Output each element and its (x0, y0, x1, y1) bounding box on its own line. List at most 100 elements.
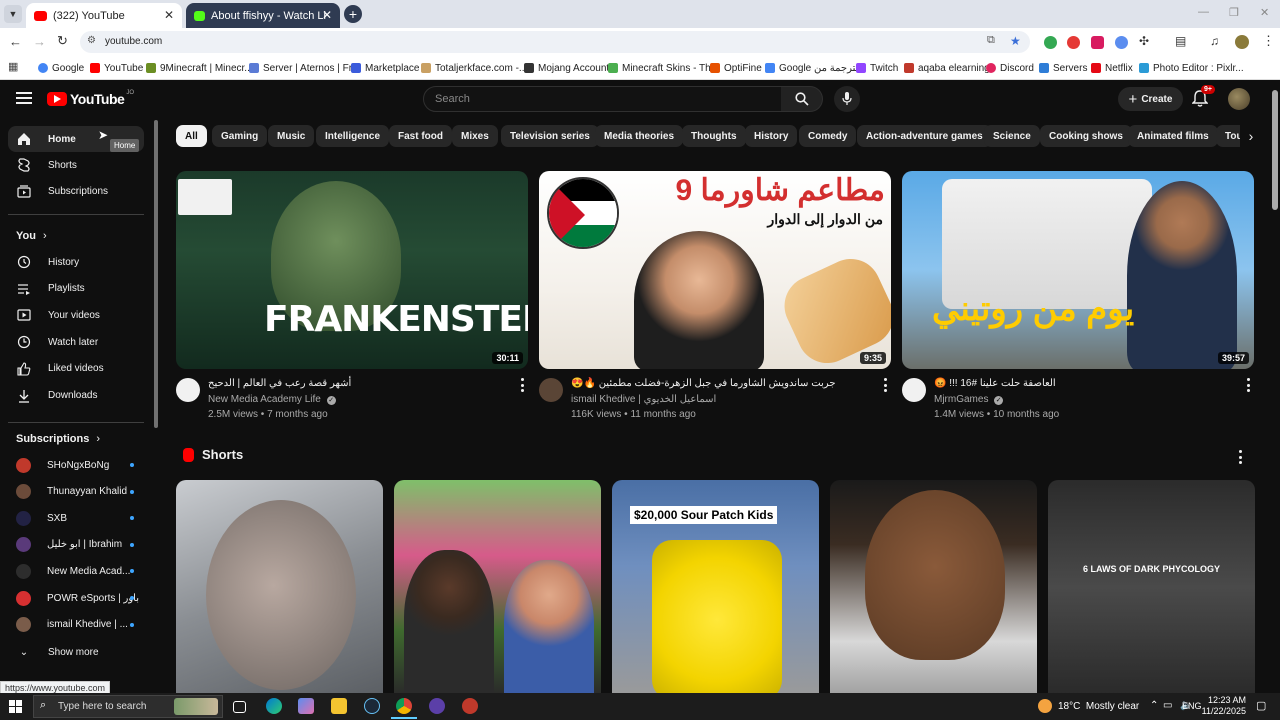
reload-icon[interactable]: ↻ (57, 33, 68, 49)
chip-gaming[interactable]: Gaming (212, 125, 268, 147)
chip-thoughts[interactable]: Thoughts (682, 125, 746, 147)
chip-all[interactable]: All (176, 125, 207, 147)
bookmark-netflix[interactable]: Netflix (1091, 60, 1133, 76)
channel-avatar[interactable] (539, 378, 563, 402)
media-control-icon[interactable]: ♫ (1210, 34, 1219, 48)
chip-animated-films[interactable]: Animated films (1128, 125, 1218, 147)
video-menu-icon[interactable] (517, 378, 527, 392)
copilot-icon[interactable] (298, 698, 314, 714)
create-button[interactable]: + Create (1118, 87, 1183, 111)
file-explorer-icon[interactable] (331, 698, 347, 714)
tray-chevron-icon[interactable]: ⌃ (1150, 700, 1158, 711)
weather-text[interactable]: 18°C Mostly clear (1058, 701, 1139, 712)
taskbar-search[interactable]: ⌕ Type here to search (33, 695, 223, 718)
chip-cooking-shows[interactable]: Cooking shows (1040, 125, 1132, 147)
extensions-puzzle-icon[interactable]: ✣ (1139, 34, 1149, 48)
chip-comedy[interactable]: Comedy (799, 125, 857, 147)
maximize-icon[interactable]: ❐ (1229, 6, 1239, 19)
bookmark-pixlr[interactable]: Photo Editor : Pixlr... (1139, 60, 1244, 76)
video-menu-icon[interactable] (880, 378, 890, 392)
shorts-menu-icon[interactable] (1235, 450, 1245, 464)
network-icon[interactable]: ▭ (1163, 700, 1172, 711)
bookmark-star-icon[interactable]: ★ (1010, 34, 1021, 48)
page-scrollbar[interactable] (1272, 90, 1278, 210)
sidebar-item-liked-videos[interactable]: Liked videos (8, 356, 144, 382)
app-red-icon[interactable] (462, 698, 478, 714)
show-more-button[interactable]: ⌄ Show more (8, 639, 144, 665)
channel-avatar[interactable] (902, 378, 926, 402)
bookmark-discord[interactable]: Discord (986, 60, 1034, 76)
notification-center-icon[interactable]: ▢ (1256, 699, 1266, 712)
bookmark-servers[interactable]: Servers (1039, 60, 1087, 76)
taskbar-search-input[interactable]: Type here to search (58, 701, 146, 712)
install-app-icon[interactable]: ⧉ (987, 34, 995, 47)
chips-next-icon[interactable]: › (1240, 125, 1262, 147)
chip-media-theories[interactable]: Media theories (595, 125, 684, 147)
profile-avatar-icon[interactable] (1235, 35, 1249, 49)
new-tab-button[interactable]: + (344, 5, 362, 23)
search-box[interactable]: Search (423, 86, 782, 112)
video-menu-icon[interactable] (1243, 378, 1253, 392)
bookmark-9minecraft[interactable]: 9Minecraft | Minecr... (146, 60, 253, 76)
tab-youtube[interactable]: (322) YouTube ✕ (26, 3, 182, 28)
chip-action-adventure-games[interactable]: Action-adventure games (857, 125, 992, 147)
sidebar-subscription-item[interactable]: SHoNgxBoNg (8, 452, 144, 478)
address-bar[interactable]: ⚙ youtube.com ⧉ ★ (80, 31, 1030, 53)
sidebar-item-history[interactable]: History (8, 249, 144, 275)
short-thumbnail[interactable] (830, 480, 1037, 693)
sidebar-item-shorts[interactable]: Shorts (8, 152, 144, 178)
chip-history[interactable]: History (745, 125, 798, 147)
sidebar-subscription-item[interactable]: ابو خليل | Ibrahim (8, 532, 144, 558)
bookmark-google[interactable]: Google (38, 60, 84, 76)
video-thumbnail[interactable]: FRANKENSTEIN 30:11 (176, 171, 528, 369)
extension-red-icon[interactable] (1091, 36, 1104, 49)
bookmark-aqaba[interactable]: aqaba elearning (904, 60, 990, 76)
bookmark-minecraft-skins[interactable]: Minecraft Skins - Th... (608, 60, 719, 76)
channel-name[interactable]: ismail Khedive | اسماعيل الخديوي (571, 394, 716, 405)
bookmark-youtube[interactable]: YouTube (90, 60, 143, 76)
minimize-icon[interactable]: — (1198, 6, 1209, 18)
short-thumbnail[interactable]: 6 LAWS OF DARK PHYCOLOGY (1048, 480, 1255, 693)
sidebar-item-watch-later[interactable]: Watch later (8, 329, 144, 355)
tab-kick[interactable]: About ffishyy - Watch Live on K ✕ (186, 3, 340, 28)
bookmark-google-translate[interactable]: Google الترجمة من (765, 60, 861, 76)
search-button[interactable] (781, 86, 823, 112)
chrome-icon[interactable] (396, 698, 412, 714)
search-input[interactable]: Search (435, 93, 470, 105)
channel-name[interactable]: MjrmGames ✓ (934, 394, 1004, 405)
short-thumbnail[interactable]: $20,000 Sour Patch Kids (612, 480, 819, 693)
video-title[interactable]: 😍🔥 جربت ساندويش الشاورما في جبل الزهرة-ف… (571, 378, 836, 389)
video-thumbnail[interactable]: يوم من روتيني 39:57 (902, 171, 1254, 369)
back-icon[interactable]: ← (9, 34, 22, 49)
chip-television-series[interactable]: Television series (501, 125, 599, 147)
sidebar-subscription-item[interactable]: Thunayyan Khalid (8, 479, 144, 505)
short-thumbnail[interactable] (176, 480, 383, 693)
sidebar-item-your-videos[interactable]: Your videos (8, 302, 144, 328)
chip-music[interactable]: Music (268, 125, 315, 147)
account-avatar[interactable] (1228, 88, 1250, 110)
sidebar-subscription-item[interactable]: POWR eSports | باور (8, 585, 144, 611)
chip-science[interactable]: Science (984, 125, 1040, 147)
sidebar-subscription-item[interactable]: ismail Khedive | ... (8, 612, 144, 638)
channel-name[interactable]: New Media Academy Life ✓ (208, 394, 336, 405)
forward-icon[interactable]: → (33, 34, 46, 49)
task-view-icon[interactable] (233, 701, 246, 713)
sidebar-item-subscriptions[interactable]: Subscriptions (8, 178, 144, 204)
youtube-logo[interactable]: YouTube JO (47, 90, 134, 107)
chip-mixes[interactable]: Mixes (452, 125, 498, 147)
steam-icon[interactable] (364, 698, 380, 714)
clock[interactable]: 12:23 AM 11/22/2025 (1200, 695, 1246, 717)
video-thumbnail[interactable]: 9 مطاعم شاورما من الدوار إلى الدوار 9:35 (539, 171, 891, 369)
browser-menu-icon[interactable]: ⋮ (1262, 33, 1275, 49)
sidebar-scrollbar[interactable] (154, 120, 158, 428)
window-close-icon[interactable]: ✕ (1260, 6, 1269, 19)
sidebar-item-downloads[interactable]: Downloads (8, 383, 144, 409)
app-purple-icon[interactable] (429, 698, 445, 714)
tab-list-button[interactable]: ▼ (4, 5, 22, 23)
bookmark-marketplace[interactable]: Marketplace (351, 60, 419, 76)
sidebar-subscription-item[interactable]: New Media Acad... (8, 558, 144, 584)
voice-search-button[interactable] (834, 86, 860, 112)
close-tab-icon[interactable]: ✕ (164, 8, 174, 22)
windows-start-icon[interactable] (9, 700, 22, 713)
bookmark-twitch[interactable]: Twitch (856, 60, 898, 76)
